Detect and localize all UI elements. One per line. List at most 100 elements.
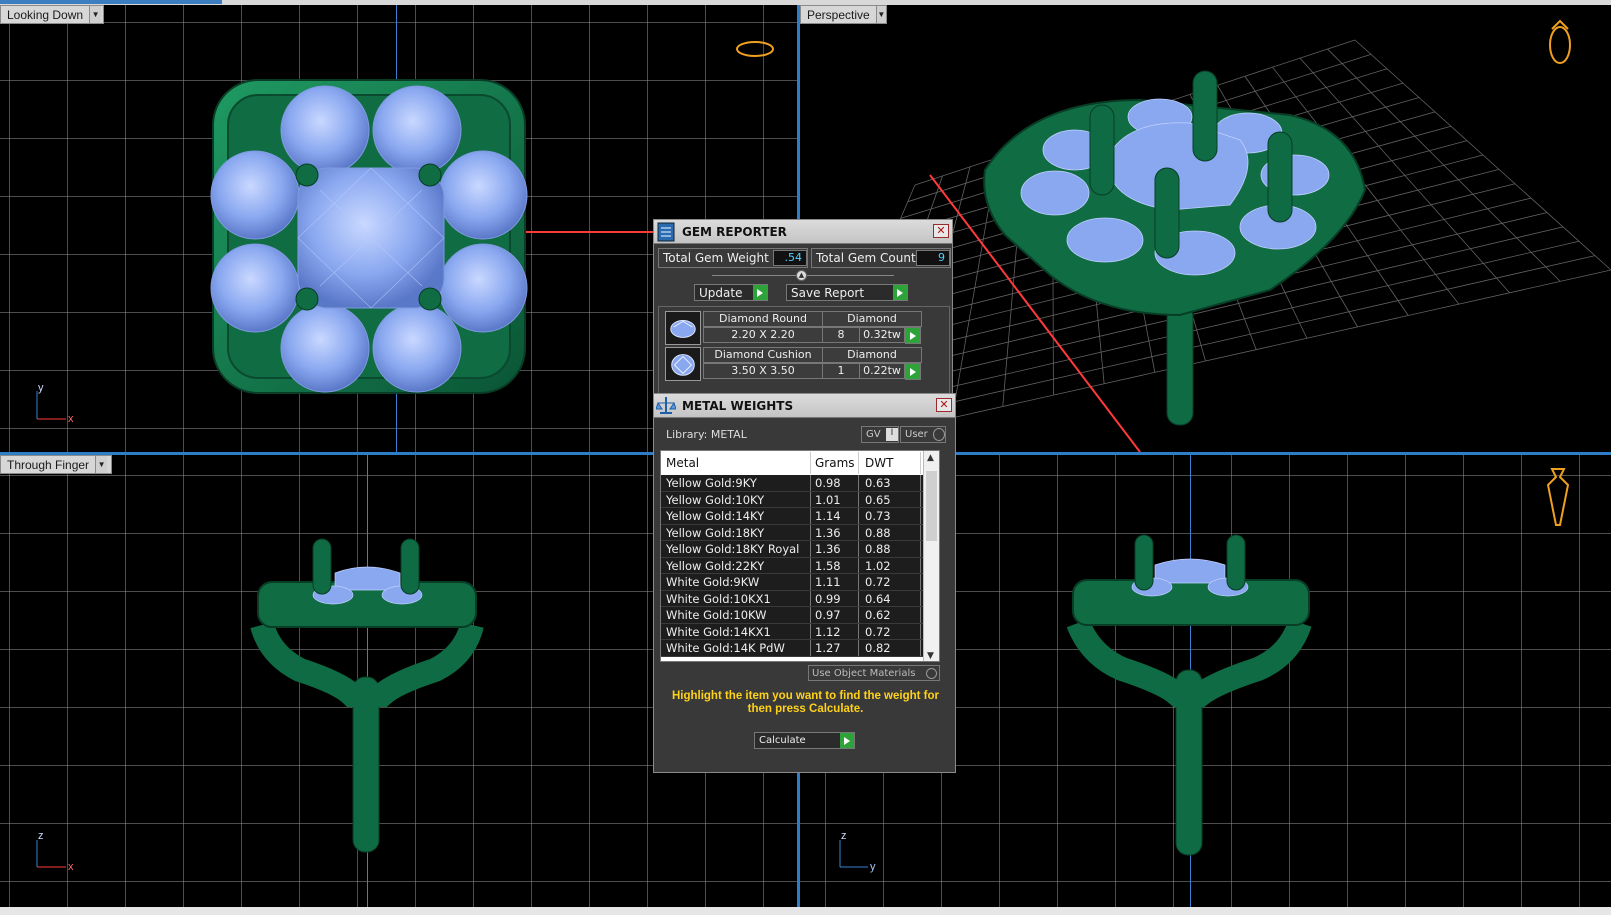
scroll-down-icon[interactable]: ▼ xyxy=(927,651,934,661)
dwt-cell: 0.82 xyxy=(859,640,921,656)
view-menu-through-finger[interactable]: Through Finger ▼ xyxy=(0,455,112,474)
chevron-down-icon[interactable]: ▼ xyxy=(95,456,108,473)
play-icon xyxy=(906,328,920,343)
table-row[interactable]: Yellow Gold:22KY 1.58 1.02 xyxy=(661,557,939,574)
gem-weight: 0.22tw xyxy=(859,363,905,379)
library-label: Library: METAL xyxy=(666,428,747,441)
dwt-cell: 0.72 xyxy=(859,574,921,590)
dwt-cell: 0.88 xyxy=(859,541,921,557)
table-body: Yellow Gold:9KY 0.98 0.63 Yellow Gold:10KY 1… xyxy=(661,475,939,657)
total-gem-count-label: Total Gem Count xyxy=(816,251,916,265)
toggle-on-icon: I xyxy=(886,428,898,441)
status-bar xyxy=(0,907,1611,915)
use-object-materials-label: Use Object Materials xyxy=(812,667,916,679)
total-gem-count-value: 9 xyxy=(916,250,950,266)
grams-cell: 1.27 xyxy=(811,640,859,656)
column-header-dwt[interactable]: DWT xyxy=(859,452,921,474)
chevron-down-icon[interactable]: ▼ xyxy=(875,6,886,23)
gem-row[interactable]: Diamond Cushion Diamond 3.50 X 3.50 1 0.… xyxy=(665,347,922,381)
gem-row[interactable]: Diamond Round Diamond 2.20 X 2.20 8 0.32… xyxy=(665,311,922,345)
metal-name-cell: White Gold:10KW xyxy=(661,607,811,623)
gem-reporter-panel: GEM REPORTER ✕ Total Gem Weight .54 Tota… xyxy=(653,219,953,395)
gem-material: Diamond xyxy=(822,311,922,327)
table-row[interactable]: Yellow Gold:9KY 0.98 0.63 xyxy=(661,475,939,492)
table-row[interactable]: Yellow Gold:14KY 1.14 0.73 xyxy=(661,508,939,525)
collapse-icon[interactable]: ▲ xyxy=(796,270,807,281)
table-scrollbar[interactable]: ▲ ▼ xyxy=(923,451,939,661)
ring-orientation-icon xyxy=(736,41,774,57)
grams-cell: 1.14 xyxy=(811,508,859,524)
metal-name-cell: Yellow Gold:22KY xyxy=(661,557,811,573)
metal-weights-panel: METAL WEIGHTS ✕ Library: METAL GV I User… xyxy=(653,393,956,773)
play-icon xyxy=(753,285,767,300)
close-icon[interactable]: ✕ xyxy=(936,398,952,412)
column-header-metal[interactable]: Metal xyxy=(661,452,811,474)
update-button[interactable]: Update xyxy=(694,284,768,301)
metal-name-cell: Yellow Gold:18KY Royal xyxy=(661,541,811,557)
table-row[interactable]: White Gold:14KX1 1.12 0.72 xyxy=(661,623,939,640)
gem-reporter-titlebar[interactable]: GEM REPORTER ✕ xyxy=(654,220,952,244)
chevron-down-icon[interactable]: ▼ xyxy=(89,6,102,23)
dwt-cell: 0.63 xyxy=(859,475,921,491)
gem-detail-button[interactable] xyxy=(905,327,921,344)
gem-name: Diamond Round xyxy=(703,311,823,327)
scale-icon xyxy=(656,396,676,414)
table-row[interactable]: White Gold:10KX1 0.99 0.64 xyxy=(661,590,939,607)
grams-cell: 1.36 xyxy=(811,541,859,557)
scroll-up-icon[interactable]: ▲ xyxy=(927,453,934,463)
gem-size: 3.50 X 3.50 xyxy=(703,363,823,379)
gem-material: Diamond xyxy=(822,347,922,363)
table-header: Metal Grams DWT xyxy=(661,451,939,475)
axis-label-z: z xyxy=(841,830,847,842)
metal-name-cell: White Gold:14KX1 xyxy=(661,623,811,639)
table-row[interactable]: Yellow Gold:10KY 1.01 0.65 xyxy=(661,491,939,508)
play-icon xyxy=(906,364,920,379)
view-menu-perspective[interactable]: Perspective ▼ xyxy=(800,5,887,24)
view-name: Perspective xyxy=(807,7,870,22)
gem-detail-button[interactable] xyxy=(905,363,921,380)
dwt-cell: 0.73 xyxy=(859,508,921,524)
grams-cell: 1.11 xyxy=(811,574,859,590)
gv-library-toggle[interactable]: GV I xyxy=(861,426,899,443)
metal-name-cell: Yellow Gold:10KY xyxy=(661,491,811,507)
metal-name-cell: Yellow Gold:14KY xyxy=(661,508,811,524)
user-library-toggle[interactable]: User xyxy=(900,426,946,443)
metal-weights-titlebar[interactable]: METAL WEIGHTS ✕ xyxy=(654,394,955,418)
calculate-button[interactable]: Calculate xyxy=(754,732,855,749)
cushion-diamond-icon xyxy=(665,347,701,381)
close-icon[interactable]: ✕ xyxy=(933,224,949,238)
table-row[interactable]: Yellow Gold:18KY Royal 1.36 0.88 xyxy=(661,541,939,558)
metal-name-cell: White Gold:10KX1 xyxy=(661,590,811,606)
scroll-thumb[interactable] xyxy=(926,471,937,541)
column-header-grams[interactable]: Grams xyxy=(811,452,859,474)
table-row[interactable]: White Gold:10KW 0.97 0.62 xyxy=(661,607,939,624)
dwt-cell: 0.65 xyxy=(859,491,921,507)
total-gem-weight-field: Total Gem Weight .54 xyxy=(658,248,808,268)
save-report-button-label: Save Report xyxy=(791,285,865,300)
round-diamond-icon xyxy=(665,311,701,345)
ring-orientation-icon xyxy=(1549,19,1571,64)
metal-weights-table[interactable]: Metal Grams DWT Yellow Gold:9KY 0.98 0.63 Y… xyxy=(660,450,940,662)
panel-title: GEM REPORTER xyxy=(682,224,787,239)
dwt-cell: 0.88 xyxy=(859,524,921,540)
metal-name-cell: Yellow Gold:9KY xyxy=(661,475,811,491)
toggle-off-icon xyxy=(933,428,945,441)
table-row[interactable]: White Gold:9KW 1.11 0.72 xyxy=(661,574,939,591)
gem-report-icon xyxy=(657,222,675,241)
view-name: Looking Down xyxy=(7,7,84,22)
view-menu-looking-down[interactable]: Looking Down ▼ xyxy=(0,5,104,24)
axis-label-z: z xyxy=(38,830,44,842)
grams-cell: 1.58 xyxy=(811,557,859,573)
save-report-button[interactable]: Save Report xyxy=(786,284,908,301)
use-object-materials-toggle[interactable]: Use Object Materials xyxy=(808,665,940,681)
gv-label: GV xyxy=(866,429,881,440)
table-row[interactable]: Yellow Gold:18KY 1.36 0.88 xyxy=(661,524,939,541)
grams-cell: 1.01 xyxy=(811,491,859,507)
gem-weight: 0.32tw xyxy=(859,327,905,343)
grams-cell: 0.97 xyxy=(811,607,859,623)
table-row[interactable]: White Gold:14K PdW 1.27 0.82 xyxy=(661,640,939,657)
gem-count: 8 xyxy=(822,327,860,343)
user-label: User xyxy=(905,429,928,440)
view-name: Through Finger xyxy=(7,457,90,472)
metal-name-cell: Yellow Gold:18KY xyxy=(661,524,811,540)
